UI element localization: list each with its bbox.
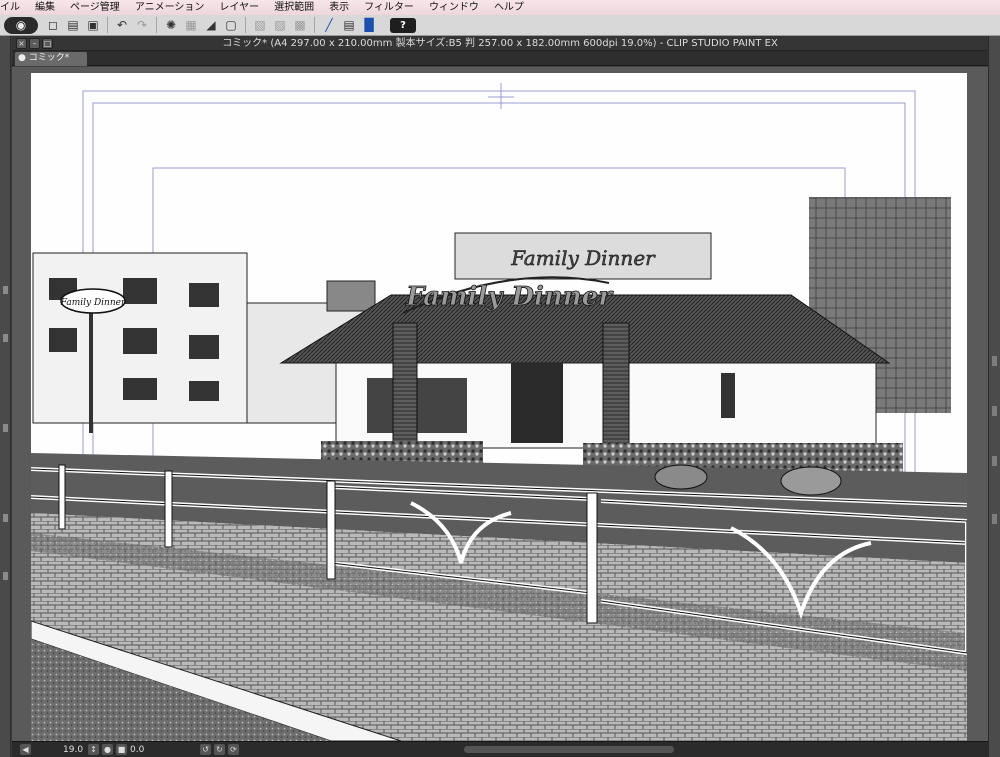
status-bar: ◀ 19.0 ↕ ● ■ 0.0 ↺ ↻ ⟳	[12, 741, 988, 757]
manga-illustration: Family Dinner Family Dinner Family Dinne…	[31, 83, 967, 741]
menu-file[interactable]: イル	[0, 0, 28, 15]
restaurant-upper-sign: Family Dinner	[454, 232, 712, 280]
zoom-out-icon[interactable]: ◀	[20, 744, 31, 755]
clear-outside-icon[interactable]: ▦	[182, 16, 200, 34]
right-panel-edge	[988, 36, 1000, 757]
rotate-right-icon[interactable]: ↻	[214, 744, 225, 755]
open-file-icon[interactable]: ▤	[64, 16, 82, 34]
tab-comic[interactable]: ● コミック*	[15, 52, 87, 66]
command-bar: ◉ ◻ ▤ ▣ ↶ ↷ ✺ ▦ ◢ ▢ ▧ ▨ ▩ ╱ ▤ █ ?	[0, 15, 1000, 36]
apartment-building	[32, 252, 248, 424]
toolbar-separator	[107, 17, 108, 33]
app-logo-icon[interactable]: ◉	[4, 16, 38, 34]
help-icon[interactable]: ?	[390, 17, 416, 33]
restaurant-roof-sign: Family Dinner	[402, 276, 615, 314]
toolbar-separator	[245, 17, 246, 33]
menu-page[interactable]: ページ管理	[63, 0, 128, 15]
menu-animation[interactable]: アニメーション	[128, 0, 213, 15]
restaurant-door	[511, 363, 563, 443]
menu-layer[interactable]: レイヤー	[212, 0, 267, 15]
menu-help[interactable]: ヘルプ	[487, 0, 532, 15]
actual-size-icon[interactable]: ■	[116, 744, 127, 755]
snap-icon[interactable]: █	[360, 16, 378, 34]
panel-handle-icon[interactable]	[3, 424, 8, 432]
transform-icon[interactable]: ▢	[222, 16, 240, 34]
redo-icon[interactable]: ↷	[133, 16, 151, 34]
clip-studio-screen: イル 編集 ページ管理 アニメーション レイヤー 選択範囲 表示 フィルター ウ…	[0, 0, 1000, 757]
panel-handle-icon[interactable]	[992, 514, 997, 524]
new-file-icon[interactable]: ◻	[44, 16, 62, 34]
svg-text:Family Dinner: Family Dinner	[405, 282, 614, 312]
panel-handle-icon[interactable]	[992, 456, 997, 466]
save-icon[interactable]: ▣	[84, 16, 102, 34]
scooter	[654, 464, 708, 490]
ruler-icon[interactable]: ╱	[320, 16, 338, 34]
panel-handle-icon[interactable]	[3, 286, 8, 294]
rotate-left-icon[interactable]: ↺	[200, 744, 211, 755]
document-titlebar: × – □ コミック* (A4 297.00 x 210.00mm 製本サイズ:…	[12, 36, 988, 51]
tab-label: コミック*	[28, 53, 70, 63]
left-panel-edge	[0, 36, 11, 757]
toolbar-separator	[156, 17, 157, 33]
panel-handle-icon[interactable]	[3, 334, 8, 342]
menu-view[interactable]: 表示	[322, 0, 357, 15]
reset-rotation-icon[interactable]: ⟳	[228, 744, 239, 755]
undo-icon[interactable]: ↶	[113, 16, 131, 34]
panel-handle-icon[interactable]	[992, 356, 997, 366]
toolbar-separator	[314, 17, 315, 33]
menu-window[interactable]: ウィンドウ	[422, 0, 487, 15]
rooftop-box	[326, 280, 376, 312]
scooter	[780, 466, 842, 496]
rotation-angle[interactable]: 0.0	[130, 744, 144, 756]
selection-layer-icon[interactable]: ▩	[291, 16, 309, 34]
svg-text:Family Dinner: Family Dinner	[510, 246, 656, 270]
clear-icon[interactable]: ✺	[162, 16, 180, 34]
deselect-icon[interactable]: ▧	[251, 16, 269, 34]
horizontal-scrollbar[interactable]	[464, 746, 674, 753]
ruler-snap-icon[interactable]: ▤	[340, 16, 358, 34]
menu-selection[interactable]: 選択範囲	[267, 0, 322, 15]
panel-handle-icon[interactable]	[3, 514, 8, 522]
document-tab-bar: ● コミック*	[12, 51, 988, 66]
panel-handle-icon[interactable]	[992, 406, 997, 416]
svg-text:Family Dinner: Family Dinner	[60, 298, 126, 308]
menu-filter[interactable]: フィルター	[357, 0, 422, 15]
document-window: × – □ コミック* (A4 297.00 x 210.00mm 製本サイズ:…	[12, 36, 988, 757]
fill-icon[interactable]: ◢	[202, 16, 220, 34]
panel-handle-icon[interactable]	[3, 572, 8, 580]
menu-bar: イル 編集 ページ管理 アニメーション レイヤー 選択範囲 表示 フィルター ウ…	[0, 0, 1000, 15]
artboard[interactable]: Family Dinner Family Dinner Family Dinne…	[31, 73, 967, 741]
document-title: コミック* (A4 297.00 x 210.00mm 製本サイズ:B5 判 2…	[222, 38, 778, 49]
restaurant-window-small	[721, 373, 735, 418]
canvas-area[interactable]: Family Dinner Family Dinner Family Dinne…	[12, 67, 988, 741]
zoom-level[interactable]: 19.0	[63, 744, 83, 756]
menu-edit[interactable]: 編集	[28, 0, 63, 15]
zoom-stepper-icon[interactable]: ↕	[88, 744, 99, 755]
fit-icon[interactable]: ●	[102, 744, 113, 755]
invert-selection-icon[interactable]: ▨	[271, 16, 289, 34]
